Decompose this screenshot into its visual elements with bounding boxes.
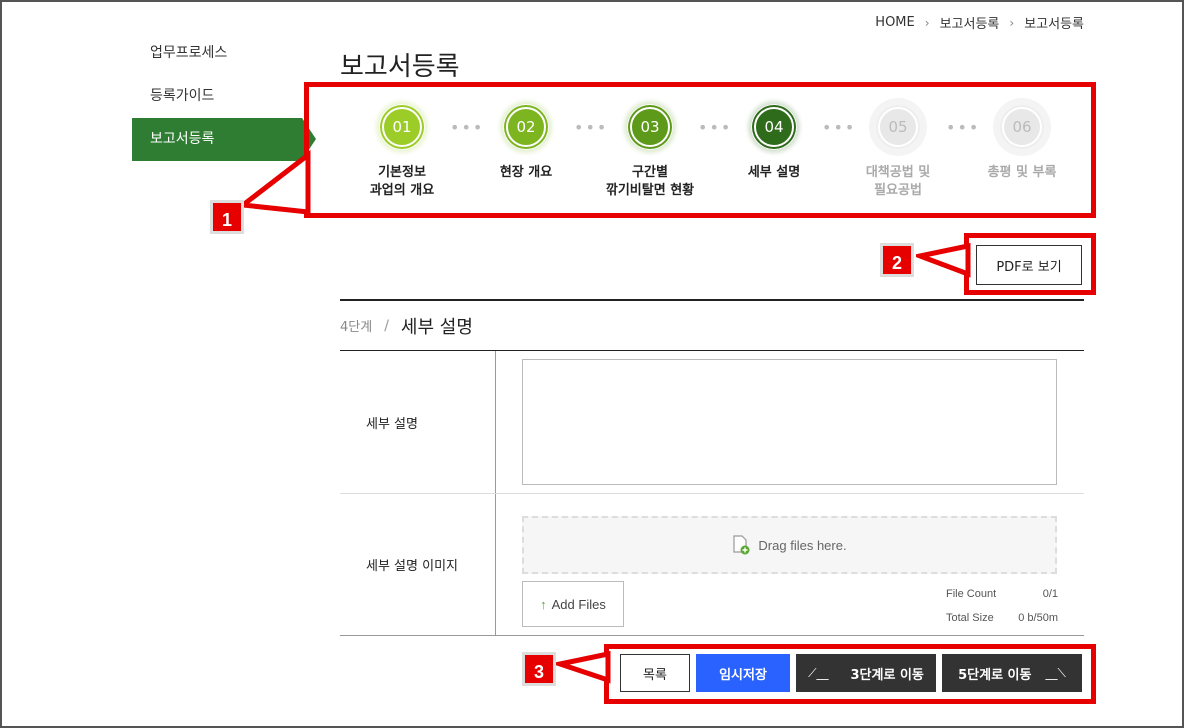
step-ring: 04 bbox=[745, 98, 803, 156]
pdf-view-button[interactable]: PDF로 보기 bbox=[976, 245, 1082, 285]
total-size: Total Size 0 b/50m bbox=[946, 612, 1058, 624]
file-dropzone[interactable]: Drag files here. bbox=[522, 516, 1057, 574]
file-add-icon bbox=[733, 535, 750, 555]
step-ring: 06 bbox=[993, 98, 1051, 156]
breadcrumb: HOME › 보고서등록 › 보고서등록 bbox=[875, 13, 1084, 32]
step-number: 05 bbox=[878, 107, 918, 147]
step-number: 03 bbox=[630, 107, 670, 147]
chevron-right-icon: › bbox=[924, 15, 930, 30]
step-label: 세부 설명 bbox=[747, 165, 801, 180]
step-ring: 05 bbox=[869, 98, 927, 156]
step-ring: 03 bbox=[621, 98, 679, 156]
step-number: 06 bbox=[1002, 107, 1042, 147]
arrow-up-icon: ↑ bbox=[540, 596, 547, 612]
callout-pointer-3 bbox=[556, 650, 611, 684]
step-06[interactable]: 06 총평 및 부록 bbox=[962, 98, 1082, 182]
step-03[interactable]: 03 구간별 깎기비탈면 현황 bbox=[590, 98, 710, 200]
file-count-value: 0/1 bbox=[1042, 588, 1058, 600]
sidebar-item-process[interactable]: 업무프로세스 bbox=[132, 32, 302, 75]
step-label: 현장 개요 bbox=[499, 165, 553, 180]
step-label: 총평 및 부록 bbox=[987, 165, 1057, 180]
description-textarea[interactable] bbox=[522, 359, 1057, 485]
breadcrumb-home[interactable]: HOME bbox=[875, 15, 914, 30]
step-04[interactable]: 04 세부 설명 bbox=[714, 98, 834, 182]
chevron-right-icon: › bbox=[1009, 15, 1015, 30]
annotation-badge-1: 1 bbox=[210, 200, 244, 234]
prev-step-label: 3단계로 이동 bbox=[850, 667, 924, 683]
step-ring: 01 bbox=[373, 98, 431, 156]
total-size-value: 0 b/50m bbox=[1018, 612, 1058, 624]
step-number: 01 bbox=[382, 107, 422, 147]
step-02[interactable]: 02 현장 개요 bbox=[466, 98, 586, 182]
add-files-button[interactable]: ↑ Add Files bbox=[522, 581, 624, 627]
breadcrumb-level2[interactable]: 보고서등록 bbox=[1024, 13, 1084, 32]
step-number: 02 bbox=[506, 107, 546, 147]
step-ring: 02 bbox=[497, 98, 555, 156]
add-files-label: Add Files bbox=[551, 596, 606, 612]
step-label: 기본정보 과업의 개요 bbox=[369, 165, 435, 198]
next-step-label: 5단계로 이동 bbox=[958, 667, 1032, 683]
step-05[interactable]: 05 대책공법 및 필요공법 bbox=[838, 98, 958, 200]
annotation-badge-3: 3 bbox=[522, 652, 556, 686]
step-number: 04 bbox=[754, 107, 794, 147]
form-row-image: 세부 설명 이미지 Drag files here. ↑ Add Files F… bbox=[340, 494, 1084, 636]
callout-pointer-2 bbox=[916, 242, 971, 278]
list-button[interactable]: 목록 bbox=[620, 654, 690, 692]
file-count-label: File Count bbox=[946, 588, 997, 600]
image-label: 세부 설명 이미지 bbox=[340, 494, 496, 635]
callout-pointer-1 bbox=[238, 150, 311, 215]
sidebar-item-guide[interactable]: 등록가이드 bbox=[132, 75, 302, 118]
annotation-badge-2: 2 bbox=[880, 243, 914, 277]
dropzone-text: Drag files here. bbox=[758, 537, 847, 553]
sidebar: 업무프로세스 등록가이드 보고서등록 bbox=[132, 32, 316, 161]
prev-step-button[interactable]: ⟋__ 3단계로 이동 bbox=[796, 654, 936, 692]
form-row-description: 세부 설명 bbox=[340, 351, 1084, 494]
page-title: 보고서등록 bbox=[340, 52, 460, 82]
step-01[interactable]: 01 기본정보 과업의 개요 bbox=[342, 98, 462, 200]
arrow-left-icon: ⟋__ bbox=[808, 665, 829, 680]
section-divider: / bbox=[384, 317, 389, 334]
step-label: 대책공법 및 필요공법 bbox=[865, 165, 931, 198]
step-label: 구간별 깎기비탈면 현황 bbox=[605, 165, 695, 198]
breadcrumb-level1[interactable]: 보고서등록 bbox=[940, 13, 1000, 32]
section-header: 4단계 / 세부 설명 bbox=[340, 299, 1084, 351]
file-count: File Count 0/1 bbox=[946, 588, 1058, 600]
temp-save-button[interactable]: 임시저장 bbox=[696, 654, 790, 692]
section-title: 세부 설명 bbox=[400, 316, 473, 338]
next-step-button[interactable]: 5단계로 이동 __⟍ bbox=[942, 654, 1082, 692]
description-label: 세부 설명 bbox=[340, 351, 496, 493]
total-size-label: Total Size bbox=[946, 612, 994, 624]
step-progress: 01 기본정보 과업의 개요 ••• 02 현장 개요 ••• 03 구간별 깎기비탈면 현황… bbox=[340, 98, 1084, 210]
section-stage: 4단계 bbox=[340, 320, 373, 335]
arrow-right-icon: __⟍ bbox=[1045, 665, 1066, 680]
